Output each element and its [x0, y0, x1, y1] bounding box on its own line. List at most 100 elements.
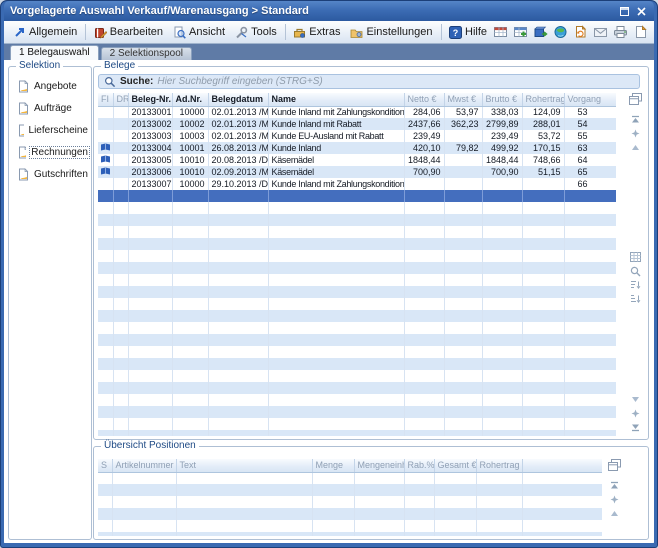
menu-einstellungen[interactable]: Einstellungen: [345, 24, 437, 41]
empty-row: [98, 508, 602, 520]
close-button[interactable]: [635, 5, 648, 18]
beleg-row[interactable]: 20133007 10000 29.10.2013 /Di Kunde Inla…: [98, 178, 616, 190]
col-text[interactable]: Text: [176, 459, 312, 472]
scroll-top-icon[interactable]: [631, 113, 640, 125]
new-document-icon[interactable]: [632, 25, 648, 40]
beleg-row[interactable]: 20133006 10010 02.09.2013 /Mo Käsemädel …: [98, 166, 616, 178]
menu-allgemein[interactable]: Allgemein: [8, 24, 82, 41]
col-beleg-nr[interactable]: Beleg-Nr.: [128, 93, 172, 106]
scroll-down-icon[interactable]: [631, 393, 640, 405]
help-icon: ?: [449, 26, 462, 39]
col-brutto[interactable]: Brutto €: [482, 93, 522, 106]
menu-tools[interactable]: Tools: [230, 24, 282, 41]
menu-hilfe[interactable]: ? Hilfe: [444, 24, 492, 41]
col-netto[interactable]: Netto €: [404, 93, 444, 106]
belege-header-row: FI DR Beleg-Nr. Ad.Nr. Belegdatum Name N…: [98, 93, 616, 106]
empty-row: [98, 238, 616, 250]
positionen-group: Übersicht Positionen S Artikelnummer Tex…: [93, 446, 649, 540]
scroll-page-down-icon[interactable]: [631, 407, 640, 419]
selected-new-row[interactable]: [98, 190, 616, 202]
scroll-page-up-icon[interactable]: [610, 493, 619, 505]
tools-icon: [235, 26, 248, 39]
view-magnifier-icon: [173, 26, 186, 39]
menu-ansicht[interactable]: Ansicht: [168, 24, 230, 41]
fibu-book-icon: [100, 167, 111, 176]
settings-folder-icon: [350, 26, 363, 39]
empty-row: [98, 298, 616, 310]
col-vorgang[interactable]: Vorgang: [564, 93, 616, 106]
menu-extras[interactable]: Extras: [288, 24, 345, 41]
beleg-row[interactable]: 20133003 10003 02.01.2013 /Mi Kunde EU-A…: [98, 130, 616, 142]
empty-row: [98, 358, 616, 370]
col-gesamt[interactable]: Gesamt €: [434, 459, 476, 472]
grid-view-icon[interactable]: [630, 251, 641, 263]
document-page-icon: [18, 80, 29, 93]
belege-side-toolbar: [627, 93, 644, 435]
application-window: Vorgelagerte Auswahl Verkauf/Warenausgan…: [0, 0, 658, 548]
col-mengeneinheit[interactable]: Mengeneinheit: [354, 459, 404, 472]
empty-row: [98, 520, 602, 532]
menu-bearbeiten[interactable]: Bearbeiten: [89, 24, 168, 41]
search-bar[interactable]: Suche: Hier Suchbegriff eingeben (STRG+S…: [98, 74, 640, 89]
empty-row: [98, 382, 616, 394]
column-chooser-icon[interactable]: [629, 93, 642, 105]
col-belegdatum[interactable]: Belegdatum: [208, 93, 268, 106]
col-fi[interactable]: FI: [98, 93, 113, 106]
col-mwst[interactable]: Mwst €: [444, 93, 482, 106]
column-chooser-icon[interactable]: [608, 459, 621, 471]
document-refresh-icon[interactable]: [572, 25, 588, 40]
col-dr[interactable]: DR: [113, 93, 128, 106]
belege-group: Belege Suche: Hier Suchbegriff eingeben …: [93, 66, 649, 440]
table-export-icon[interactable]: [492, 25, 508, 40]
empty-row: [98, 214, 616, 226]
beleg-row[interactable]: 20133005 10010 20.08.2013 /Di Käsemädel …: [98, 154, 616, 166]
col-name[interactable]: Name: [268, 93, 404, 106]
col-filler: [522, 459, 602, 472]
col-ad-nr[interactable]: Ad.Nr.: [172, 93, 208, 106]
tab-selektionspool[interactable]: 2 Selektionspool: [101, 47, 192, 60]
empty-row: [98, 274, 616, 286]
scroll-top-icon[interactable]: [610, 479, 619, 491]
beleg-row[interactable]: 20133002 10002 02.01.2013 /Mi Kunde Inla…: [98, 118, 616, 130]
selektion-item-lieferscheine[interactable]: Lieferscheine: [18, 124, 89, 137]
sort-asc-icon[interactable]: [630, 279, 641, 291]
sort-desc-icon[interactable]: [630, 293, 641, 305]
tab-belegauswahl[interactable]: 1 Belegauswahl: [10, 45, 99, 60]
col-menge[interactable]: Menge: [312, 459, 354, 472]
scroll-up-icon[interactable]: [610, 507, 619, 519]
col-s[interactable]: S: [98, 459, 112, 472]
col-rohertrag2[interactable]: Rohertrag €: [476, 459, 522, 472]
belege-group-label: Belege: [101, 60, 138, 71]
print-icon[interactable]: [612, 25, 628, 40]
beleg-row[interactable]: 20133001 10000 02.01.2013 /Mi Kunde Inla…: [98, 106, 616, 118]
scroll-up-icon[interactable]: [631, 141, 640, 153]
belege-grid: FI DR Beleg-Nr. Ad.Nr. Belegdatum Name N…: [98, 93, 616, 436]
empty-row: [98, 406, 616, 418]
positionen-grid: S Artikelnummer Text Menge Mengeneinheit…: [98, 459, 602, 536]
empty-row: [98, 496, 602, 508]
empty-row: [98, 202, 616, 214]
selektion-item-rechnungen[interactable]: Rechnungen: [18, 146, 89, 159]
empty-row: [98, 334, 616, 346]
selektion-item-angebote[interactable]: Angebote: [18, 80, 89, 93]
selektion-group-label: Selektion: [16, 60, 63, 71]
positionen-side-toolbar: [606, 459, 623, 535]
search-icon[interactable]: [630, 265, 641, 277]
email-icon[interactable]: [592, 25, 608, 40]
extras-box-icon: [293, 26, 306, 39]
empty-row: [98, 262, 616, 274]
beleg-row[interactable]: 20133004 10001 26.08.2013 /Mo Kunde Inla…: [98, 142, 616, 154]
col-rab[interactable]: Rab.%: [404, 459, 434, 472]
col-artikelnummer[interactable]: Artikelnummer: [112, 459, 176, 472]
globe-icon[interactable]: [552, 25, 568, 40]
restore-button[interactable]: [618, 5, 631, 18]
empty-row: [98, 484, 602, 496]
scroll-page-up-icon[interactable]: [631, 127, 640, 139]
selektion-item-gutschriften[interactable]: Gutschriften: [18, 168, 89, 181]
svg-text:?: ?: [453, 27, 459, 37]
table-add-icon[interactable]: [512, 25, 528, 40]
selektion-item-auftraege[interactable]: Aufträge: [18, 102, 89, 115]
scroll-bottom-icon[interactable]: [631, 421, 640, 433]
col-rohertrag[interactable]: Rohertrag €: [522, 93, 564, 106]
package-icon[interactable]: [532, 25, 548, 40]
